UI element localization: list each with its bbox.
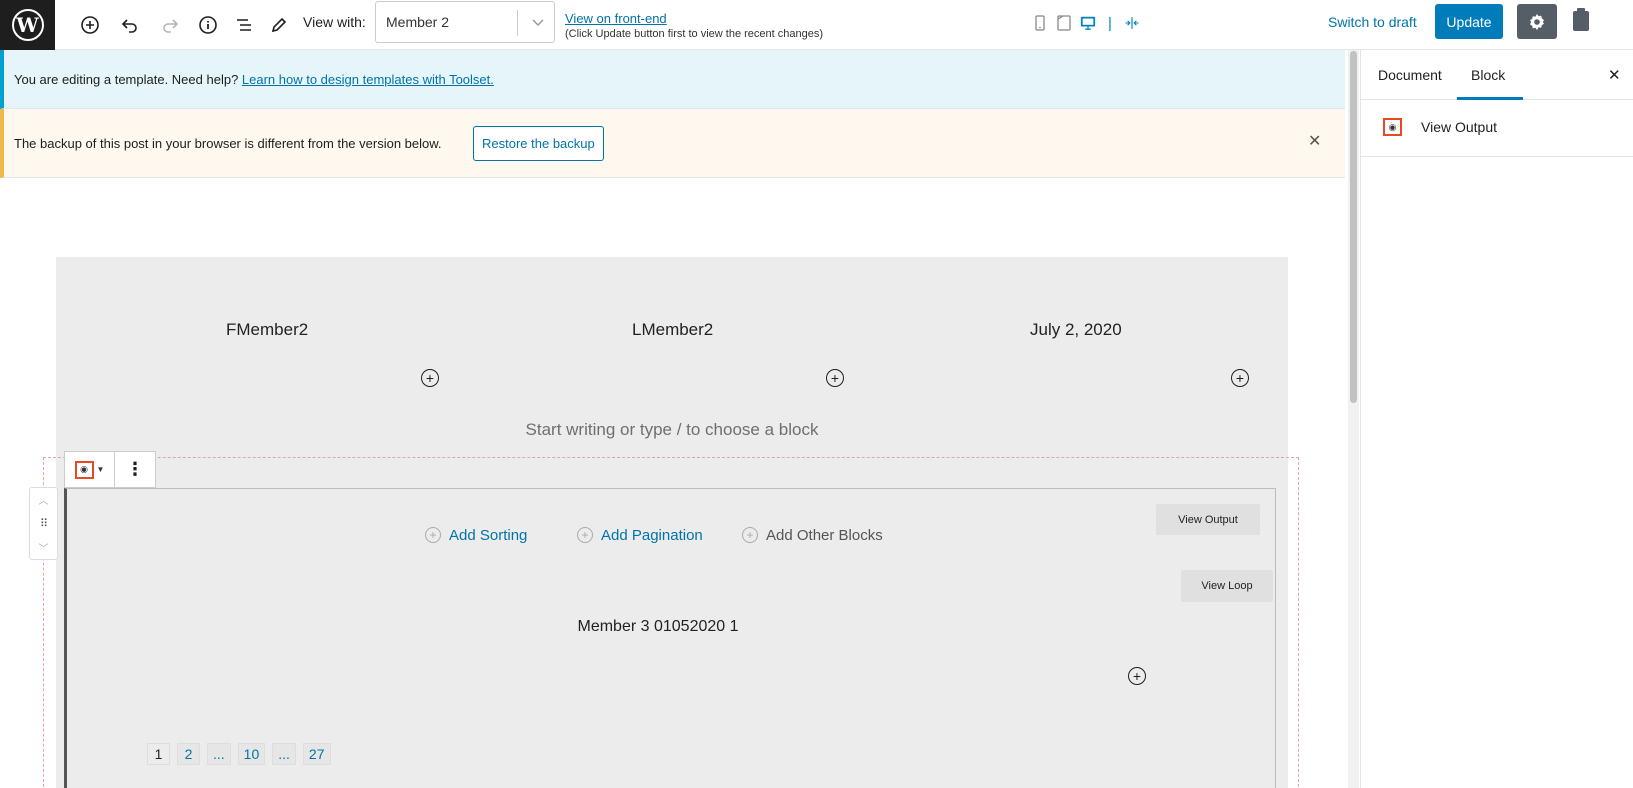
template-notice-message: You are editing a template. Need help? [14,72,242,87]
device-preview-group: | [1032,10,1140,36]
backup-notice: The backup of this post in your browser … [0,109,1345,178]
desktop-icon[interactable] [1080,14,1096,32]
editor-canvas: You are editing a template. Need help? L… [0,50,1345,788]
block-card-title: View Output [1421,119,1498,135]
view-with-select[interactable]: Member 2 [375,1,555,43]
design-templates-link[interactable]: Learn how to design templates with Tools… [242,72,494,87]
clipboard-icon [1573,8,1589,31]
add-sorting-button[interactable]: + Add Sorting [425,518,527,552]
wordpress-icon: W [11,9,44,41]
eye-icon: ◉ [1383,118,1402,136]
undo-button[interactable] [117,12,143,38]
block-navigation-button[interactable] [231,12,257,38]
chevron-down-icon[interactable] [526,11,550,35]
plus-circle-icon: + [577,527,593,543]
add-block-icon[interactable]: + [421,369,439,387]
pagination: 1 2 ... 10 ... 27 [147,743,331,765]
settings-button[interactable] [1517,4,1557,39]
block-mover: ︿ ⠿ ﹀ [29,487,58,560]
add-pagination-button[interactable]: + Add Pagination [577,518,703,552]
template-notice-text: You are editing a template. Need help? L… [14,72,494,87]
outline-list-icon [237,19,251,31]
add-other-blocks-label: Add Other Blocks [766,526,883,544]
tab-block[interactable]: Block [1471,67,1505,83]
block-placeholder[interactable]: Start writing or type / to choose a bloc… [56,420,1288,440]
add-other-blocks-button[interactable]: + Add Other Blocks [742,518,883,552]
view-with-value: Member 2 [386,14,450,30]
tools-button[interactable] [266,12,292,38]
drag-handle-icon[interactable]: ⠿ [40,517,48,530]
close-icon[interactable]: ✕ [1608,66,1621,84]
view-loop-button[interactable]: View Loop [1181,570,1273,602]
page-link[interactable]: 2 [177,743,200,765]
column-date: July 2, 2020 [1030,320,1122,339]
backup-notice-text: The backup of this post in your browser … [14,136,442,151]
settings-sidebar: Document Block ✕ ◉ View Output [1360,50,1633,788]
vertical-ellipsis-icon: ⋮ [126,459,144,479]
page-link[interactable]: 10 [237,743,266,765]
view-block: + Add Sorting + Add Pagination + Add Oth… [64,488,1276,788]
pencil-icon [271,17,287,33]
redo-button[interactable] [157,12,183,38]
redo-icon [163,19,179,33]
add-block-button[interactable] [77,12,103,38]
plus-circle-icon: + [742,527,758,543]
page-link-current[interactable]: 1 [147,743,170,765]
restore-backup-button[interactable]: Restore the backup [473,126,604,161]
canvas-scrollbar[interactable] [1348,50,1359,788]
scrollbar-thumb[interactable] [1350,51,1357,403]
plus-circle-icon: + [425,527,441,543]
undo-icon [121,19,137,33]
plugin-panel-button[interactable] [1568,8,1594,34]
info-icon [199,16,217,34]
caret-down-icon: ▼ [96,465,105,474]
frontend-note: (Click Update button first to view the r… [565,28,824,40]
close-icon[interactable]: ✕ [1308,131,1321,151]
select-separator [517,10,518,36]
device-divider: | [1108,14,1112,32]
block-card: ◉ View Output [1361,100,1633,157]
column-first-name: FMember2 [226,320,309,339]
editor-header: W View with: Member 2 View on front-end … [0,0,1633,50]
loop-item-text: Member 3 01052020 1 [577,618,739,635]
block-switcher-button[interactable]: ◉ ▼ [65,452,115,487]
add-block-icon[interactable]: + [826,369,844,387]
page-link[interactable]: 27 [302,743,331,765]
wordpress-logo-button[interactable]: W [0,0,55,50]
page-ellipsis: ... [272,743,296,765]
plus-circle-icon [81,16,99,34]
add-pagination-label: Add Pagination [601,526,703,544]
full-width-icon[interactable] [1124,14,1140,32]
add-block-icon[interactable]: + [1231,369,1249,387]
mobile-icon[interactable] [1032,14,1048,32]
content-info-button[interactable] [195,12,221,38]
gear-icon [1530,13,1544,30]
tab-document[interactable]: Document [1378,67,1442,83]
eye-icon: ◉ [74,460,94,479]
view-output-button[interactable]: View Output [1156,504,1260,535]
tablet-icon[interactable] [1056,14,1072,32]
move-up-icon[interactable]: ︿ [39,492,49,507]
switch-to-draft-button[interactable]: Switch to draft [1328,14,1417,30]
page-ellipsis: ... [207,743,231,765]
sidebar-tabs: Document Block ✕ [1361,50,1633,100]
view-frontend-link[interactable]: View on front-end [565,11,667,26]
template-notice: You are editing a template. Need help? L… [0,50,1345,109]
view-with-label: View with: [303,14,366,30]
update-button[interactable]: Update [1435,4,1503,39]
add-sorting-label: Add Sorting [449,526,528,544]
more-options-button[interactable]: ⋮ [115,452,155,487]
add-block-icon[interactable]: + [1128,667,1146,685]
block-toolbar: ◉ ▼ ⋮ [64,451,156,488]
move-down-icon[interactable]: ﹀ [39,540,49,555]
column-last-name: LMember2 [632,320,714,339]
